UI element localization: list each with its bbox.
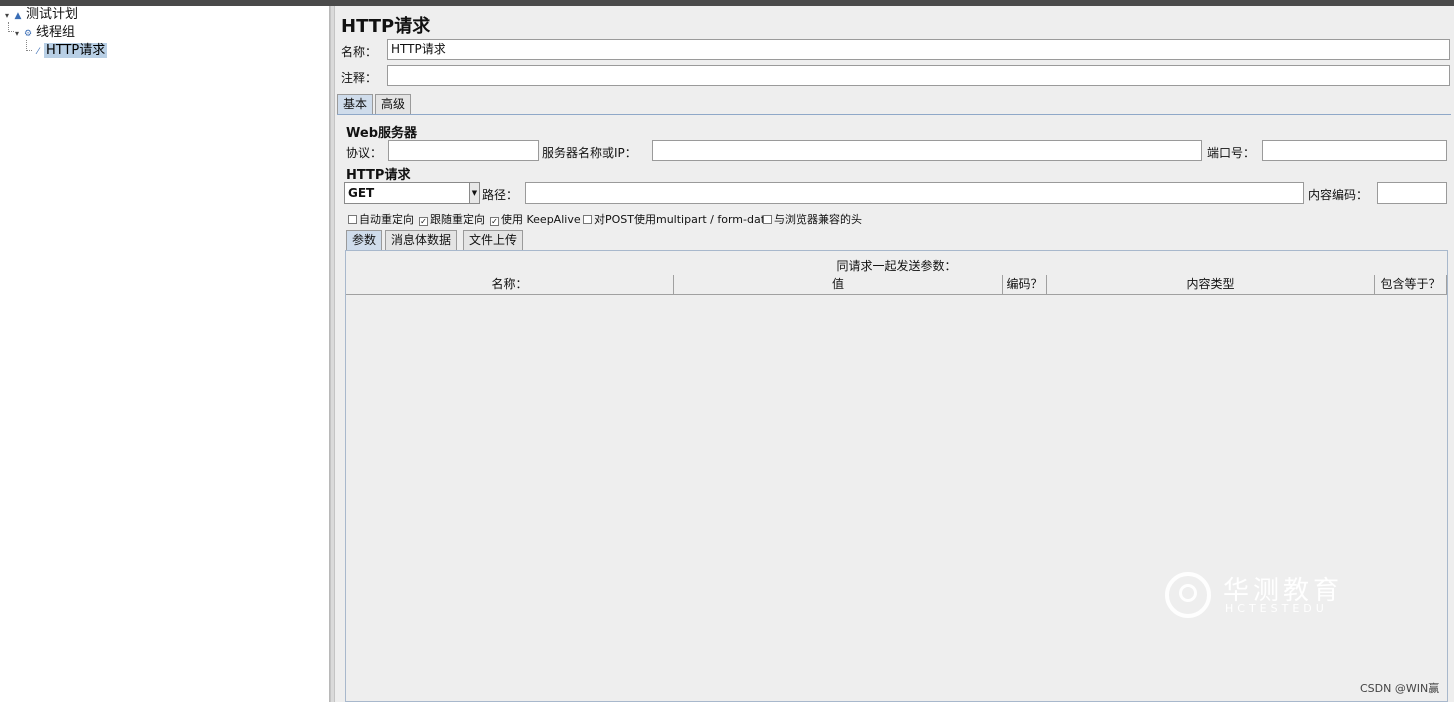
- comment-field[interactable]: [387, 65, 1450, 86]
- name-label: 名称：: [341, 45, 378, 59]
- protocol-field[interactable]: [388, 140, 539, 161]
- path-field[interactable]: [525, 182, 1304, 204]
- port-label: 端口号：: [1207, 146, 1256, 160]
- column-header-content-type[interactable]: 内容类型: [1047, 275, 1375, 295]
- hctestedu-logo-icon: [1165, 572, 1211, 618]
- tree-item-thread-group[interactable]: ▾ ⚙ 线程组: [12, 24, 77, 42]
- tab-advanced[interactable]: 高级: [375, 94, 412, 114]
- encoding-field[interactable]: [1377, 182, 1447, 204]
- tab-divider: [337, 114, 1451, 115]
- hctestedu-watermark: 华测教育 HCTESTEDU: [1165, 568, 1355, 624]
- chevron-down-icon[interactable]: ▼: [469, 183, 479, 203]
- keepalive-checkbox[interactable]: ✓ 使用 KeepAlive: [490, 211, 581, 227]
- params-panel: 同请求一起发送参数： 名称： 值 编码？ 内容类型 包含等于？: [345, 250, 1448, 702]
- test-plan-tree: ▾ ▲ 测试计划 ▾ ⚙ 线程组 ⁄ HTTP请求: [0, 6, 330, 702]
- page-title: HTTP请求: [341, 16, 431, 37]
- name-field[interactable]: HTTP请求: [387, 39, 1450, 60]
- method-select[interactable]: GET ▼: [344, 182, 480, 204]
- server-field[interactable]: [652, 140, 1202, 161]
- tree-item-label: 测试计划: [26, 7, 79, 22]
- port-field[interactable]: [1262, 140, 1447, 161]
- collapse-toggle-icon[interactable]: ▾: [12, 25, 22, 43]
- encoding-label: 内容编码：: [1308, 188, 1369, 202]
- browser-compatible-headers-checkbox[interactable]: 与浏览器兼容的头: [763, 211, 862, 227]
- tree-item-label: 线程组: [36, 25, 76, 40]
- method-value: GET: [348, 186, 375, 200]
- http-request-title: HTTP请求: [346, 168, 411, 183]
- checkbox-unchecked-icon: [763, 215, 772, 224]
- protocol-label: 协议：: [346, 146, 383, 160]
- multipart-checkbox[interactable]: 对POST使用multipart / form-data: [583, 211, 772, 227]
- tab-file-upload[interactable]: 文件上传: [463, 230, 524, 250]
- pipette-icon: ⁄: [37, 47, 39, 57]
- tab-body-data[interactable]: 消息体数据: [385, 230, 458, 250]
- web-server-title: Web服务器: [346, 126, 417, 141]
- checkbox-checked-icon: ✓: [419, 217, 428, 226]
- column-header-encode[interactable]: 编码？: [1003, 275, 1047, 295]
- column-header-include-equals[interactable]: 包含等于？: [1375, 275, 1447, 295]
- server-label: 服务器名称或IP：: [542, 146, 637, 160]
- checkbox-checked-icon: ✓: [490, 217, 499, 226]
- tab-basic[interactable]: 基本: [337, 94, 374, 114]
- path-label: 路径：: [482, 188, 519, 202]
- auto-redirect-checkbox[interactable]: 自动重定向: [348, 211, 414, 227]
- tab-params[interactable]: 参数: [346, 230, 383, 250]
- comment-label: 注释：: [341, 71, 378, 85]
- follow-redirect-checkbox[interactable]: ✓ 跟随重定向: [419, 211, 485, 227]
- column-header-value[interactable]: 值: [674, 275, 1003, 295]
- csdn-credit: CSDN @WIN赢: [1360, 682, 1440, 695]
- checkbox-unchecked-icon: [348, 215, 357, 224]
- params-caption: 同请求一起发送参数：: [836, 259, 957, 273]
- tree-item-http-request[interactable]: ⁄ HTTP请求: [32, 42, 108, 60]
- checkbox-unchecked-icon: [583, 215, 592, 224]
- column-header-name[interactable]: 名称：: [346, 275, 674, 295]
- tree-item-label: HTTP请求: [44, 43, 108, 58]
